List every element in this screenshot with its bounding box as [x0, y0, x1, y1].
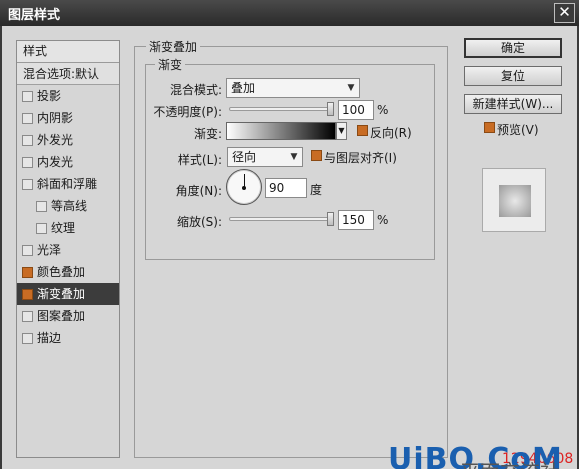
- style-item-checkbox[interactable]: [22, 289, 33, 300]
- align-with-layer-checkbox[interactable]: [311, 150, 322, 161]
- preview-checkbox[interactable]: [484, 122, 495, 133]
- style-item-checkbox[interactable]: [22, 113, 33, 124]
- blend-mode-value: 叠加: [231, 81, 256, 95]
- style-item-label: 外发光: [37, 133, 74, 147]
- style-item-label: 投影: [37, 89, 62, 103]
- style-item[interactable]: 描边: [17, 327, 119, 349]
- reverse-checkbox[interactable]: [357, 125, 368, 136]
- angle-dial[interactable]: [226, 169, 262, 205]
- style-item[interactable]: 图案叠加: [17, 305, 119, 327]
- scale-slider-thumb[interactable]: [327, 212, 334, 226]
- ok-button[interactable]: 确定: [464, 38, 562, 58]
- style-item-label: 颜色叠加: [37, 265, 86, 279]
- reset-button[interactable]: 复位: [464, 66, 562, 86]
- style-item-checkbox[interactable]: [22, 135, 33, 146]
- opacity-input[interactable]: 100: [338, 100, 374, 120]
- gradient-label: 渐变:: [193, 127, 222, 141]
- style-item-checkbox[interactable]: [22, 267, 33, 278]
- style-item-label: 渐变叠加: [37, 287, 86, 301]
- gradient-style-value: 径向: [232, 150, 257, 164]
- preview-swatch: [499, 185, 531, 217]
- dialog-body: 样式 混合选项:默认 投影 内阴影 外发光 内发光 斜面和浮雕 等高线 纹理 光泽 颜色叠加 渐变…: [0, 26, 579, 469]
- style-item[interactable]: 渐变叠加: [17, 283, 119, 305]
- gradient-style-select[interactable]: 径向 ▼: [227, 147, 303, 167]
- scale-slider-track[interactable]: [229, 217, 333, 221]
- style-item-checkbox[interactable]: [22, 311, 33, 322]
- style-item[interactable]: 投影: [17, 85, 119, 107]
- style-item[interactable]: 纹理: [17, 217, 119, 239]
- scale-input[interactable]: 150: [338, 210, 374, 230]
- scale-unit: %: [377, 213, 389, 227]
- close-icon: ✕: [558, 3, 571, 21]
- style-item-label: 光泽: [37, 243, 62, 257]
- style-item[interactable]: 光泽: [17, 239, 119, 261]
- gradient-preview-bar[interactable]: [226, 122, 336, 140]
- scale-label: 缩放(S):: [176, 215, 222, 229]
- angle-label: 角度(N):: [175, 184, 222, 198]
- style-item-label: 内阴影: [37, 111, 74, 125]
- style-item-label: 描边: [37, 331, 62, 345]
- style-items: 投影内阴影外发光内发光斜面和浮雕等高线纹理光泽颜色叠加渐变叠加图案叠加描边: [17, 85, 119, 349]
- style-item-label: 纹理: [51, 221, 76, 235]
- style-item-label: 内发光: [37, 155, 74, 169]
- gradient-picker-arrow-icon[interactable]: ▼: [336, 122, 347, 140]
- preview-label: 预览(V): [497, 123, 539, 137]
- style-item-label: 图案叠加: [37, 309, 86, 323]
- style-item-label: 斜面和浮雕: [37, 177, 98, 191]
- opacity-label: 不透明度(P):: [153, 105, 222, 119]
- angle-input[interactable]: 90: [265, 178, 307, 198]
- style-item[interactable]: 外发光: [17, 129, 119, 151]
- gradient-legend: 渐变: [155, 56, 186, 73]
- align-with-layer-label: 与图层对齐(I): [324, 151, 397, 165]
- reverse-label: 反向(R): [370, 126, 412, 140]
- chevron-down-icon: ▼: [347, 83, 355, 93]
- angle-dial-center: [242, 186, 246, 190]
- opacity-slider-thumb[interactable]: [327, 102, 334, 116]
- blend-mode-select[interactable]: 叠加 ▼: [226, 78, 360, 98]
- style-item[interactable]: 等高线: [17, 195, 119, 217]
- style-list: 样式 混合选项:默认 投影内阴影外发光内发光斜面和浮雕等高线纹理光泽颜色叠加渐变…: [16, 40, 120, 458]
- opacity-unit: %: [377, 103, 389, 117]
- style-item[interactable]: 内阴影: [17, 107, 119, 129]
- style-item[interactable]: 内发光: [17, 151, 119, 173]
- blend-mode-label: 混合模式:: [169, 83, 222, 97]
- style-item-label: 等高线: [51, 199, 88, 213]
- angle-unit: 度: [310, 183, 323, 197]
- new-style-button[interactable]: 新建样式(W)...: [464, 94, 562, 114]
- style-item[interactable]: 斜面和浮雕: [17, 173, 119, 195]
- window-title: 图层样式: [8, 8, 61, 23]
- preview-thumbnail: [482, 168, 546, 232]
- style-item-checkbox[interactable]: [22, 91, 33, 102]
- style-item-checkbox[interactable]: [22, 179, 33, 190]
- chevron-down-icon: ▼: [290, 152, 298, 162]
- title-bar: 图层样式 ✕: [0, 0, 579, 26]
- style-item-checkbox[interactable]: [36, 223, 47, 234]
- close-button[interactable]: ✕: [554, 3, 575, 23]
- style-item-checkbox[interactable]: [22, 245, 33, 256]
- style-item-checkbox[interactable]: [36, 201, 47, 212]
- style-item[interactable]: 颜色叠加: [17, 261, 119, 283]
- style-item-checkbox[interactable]: [22, 333, 33, 344]
- style-label: 样式(L):: [177, 153, 222, 167]
- gradient-overlay-legend: 渐变叠加: [146, 38, 201, 55]
- watermark-text: 平面交流社: [460, 456, 560, 469]
- opacity-slider-track[interactable]: [229, 107, 333, 111]
- style-item-checkbox[interactable]: [22, 157, 33, 168]
- blend-options-item[interactable]: 混合选项:默认: [17, 63, 119, 85]
- style-list-header[interactable]: 样式: [17, 41, 119, 63]
